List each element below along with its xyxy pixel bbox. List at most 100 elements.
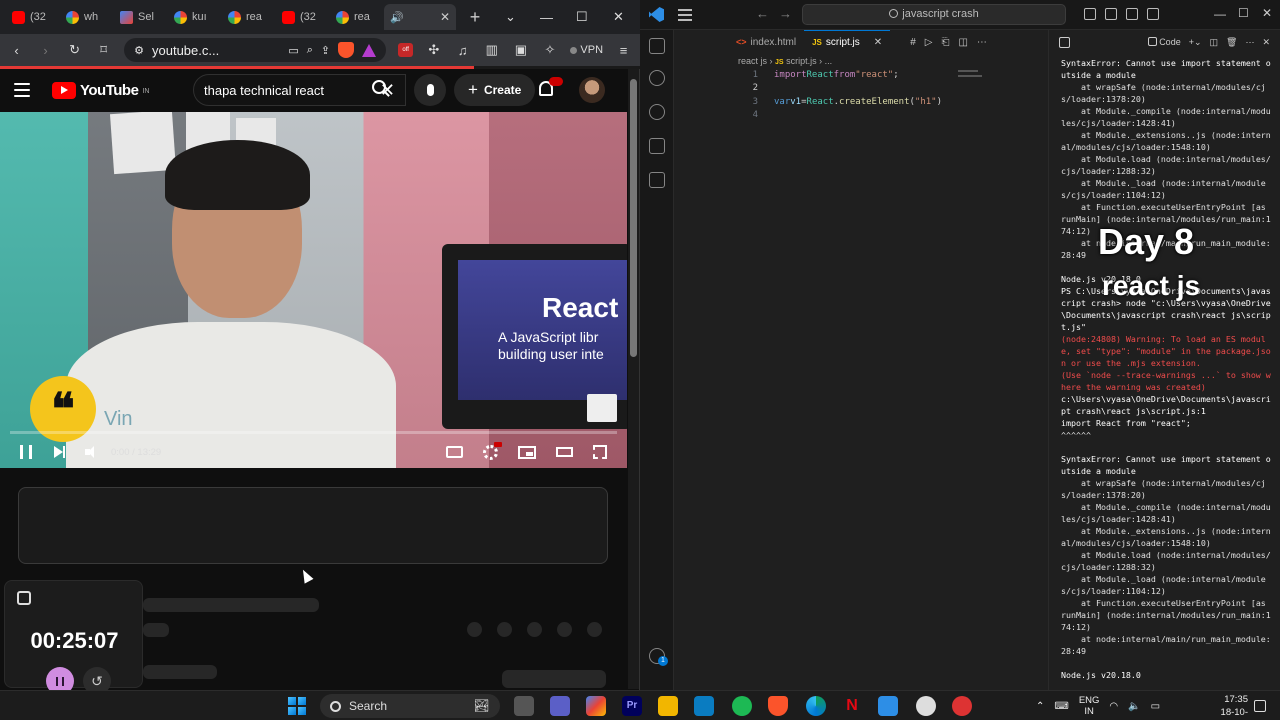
open-changes-icon[interactable]: ⎗: [941, 37, 949, 48]
minimize-icon[interactable]: —: [1214, 7, 1226, 21]
brave-shield-icon[interactable]: [338, 42, 355, 58]
netflix-icon[interactable]: N: [842, 696, 862, 716]
file-explorer-icon[interactable]: [658, 696, 678, 716]
navigation-arrows[interactable]: ←→: [756, 6, 802, 21]
expand-icon[interactable]: [17, 591, 31, 605]
clock-app-icon[interactable]: [916, 696, 936, 716]
hamburger-menu-icon[interactable]: [14, 83, 30, 97]
youtube-logo[interactable]: YouTube IN: [52, 81, 149, 99]
browser-tab[interactable]: Sel: [114, 4, 168, 30]
notification-center-icon[interactable]: [1254, 700, 1266, 712]
subtitles-icon[interactable]: [446, 446, 463, 458]
extension-off-icon[interactable]: off: [398, 43, 414, 57]
puzzle-icon[interactable]: ✣: [425, 42, 442, 58]
toggle-sidebar-icon[interactable]: [1084, 8, 1096, 20]
theater-mode-icon[interactable]: [556, 447, 573, 457]
fullscreen-icon[interactable]: [593, 445, 607, 459]
browser-tab[interactable]: kuı: [168, 4, 222, 30]
tab-script-js[interactable]: JS script.js ✕: [804, 30, 891, 54]
minimize-icon[interactable]: —: [540, 0, 553, 34]
trash-icon[interactable]: 🗑: [1226, 37, 1237, 48]
maximize-icon[interactable]: ☐: [1238, 6, 1249, 20]
screen-recorder-icon[interactable]: [952, 696, 972, 716]
vscode-icon[interactable]: [878, 696, 898, 716]
browser-tab[interactable]: wh: [60, 4, 114, 30]
maximize-icon[interactable]: ☐: [576, 0, 588, 34]
settings-gear-icon[interactable]: [483, 441, 502, 460]
avatar[interactable]: [579, 77, 605, 103]
taskbar-search[interactable]: Search 🏞: [320, 694, 500, 718]
pause-icon[interactable]: [20, 445, 32, 459]
reload-icon[interactable]: ↻: [66, 42, 83, 58]
calculator-icon[interactable]: [694, 696, 714, 716]
run-debug-icon[interactable]: [649, 138, 665, 154]
new-terminal-icon[interactable]: +⌄: [1189, 37, 1202, 48]
open-preview-icon[interactable]: #: [910, 37, 916, 48]
toggle-secondary-sidebar-icon[interactable]: [1126, 8, 1138, 20]
brave-icon[interactable]: [768, 696, 788, 716]
new-tab-button[interactable]: +: [464, 7, 486, 28]
more-actions-icon[interactable]: ⋯: [1245, 37, 1254, 48]
back-icon[interactable]: ‹: [8, 43, 25, 58]
command-center-search[interactable]: javascript crash: [802, 4, 1066, 25]
menu-icon[interactable]: [678, 9, 692, 21]
volume-icon[interactable]: 🔈: [1128, 701, 1140, 712]
menu-icon[interactable]: ≡: [615, 43, 632, 58]
close-panel-icon[interactable]: ✕: [1262, 37, 1270, 48]
spotify-icon[interactable]: [732, 696, 752, 716]
close-tab-icon[interactable]: ✕: [440, 10, 450, 24]
split-editor-icon[interactable]: ◫: [958, 37, 967, 48]
source-control-icon[interactable]: [649, 104, 665, 120]
miniplayer-icon[interactable]: [518, 445, 536, 459]
system-clock[interactable]: 17:3518-10-2024: [1200, 693, 1248, 720]
browser-tab[interactable]: (32: [276, 4, 330, 30]
battery-icon[interactable]: ▭: [1151, 701, 1160, 712]
teams-icon[interactable]: [550, 696, 570, 716]
wallet-icon[interactable]: ▣: [512, 42, 529, 58]
sidebar-icon[interactable]: ▥: [483, 42, 500, 58]
tab-search-icon[interactable]: ⌄: [505, 0, 516, 34]
site-settings-icon[interactable]: ⚙: [134, 44, 144, 57]
search-icon[interactable]: [372, 80, 386, 94]
zoom-icon[interactable]: ⌕: [307, 44, 313, 57]
browser-tab[interactable]: rea: [222, 4, 276, 30]
video-player[interactable]: React A JavaScript libr building user int…: [0, 112, 627, 468]
show-hidden-icons[interactable]: ⌃: [1036, 701, 1044, 712]
browser-tab[interactable]: rea: [330, 4, 384, 30]
cast-icon[interactable]: ▭: [288, 44, 298, 57]
input-language[interactable]: ENG IN: [1079, 695, 1100, 717]
tab-index-html[interactable]: <> index.html: [728, 30, 804, 54]
start-button[interactable]: [288, 697, 306, 715]
keyboard-icon[interactable]: ⌨: [1054, 701, 1068, 712]
copilot-icon[interactable]: [586, 696, 606, 716]
music-icon[interactable]: ♫: [454, 43, 471, 58]
task-view-icon[interactable]: [514, 696, 534, 716]
run-icon[interactable]: ▷: [925, 37, 933, 48]
code-editor[interactable]: 1 import React from "react"; 2 3 var v1 = …: [738, 69, 942, 122]
terminal-dropdown[interactable]: Code: [1147, 37, 1181, 47]
search-icon[interactable]: [649, 70, 665, 86]
customize-layout-icon[interactable]: [1147, 8, 1159, 20]
extensions-icon[interactable]: [649, 172, 665, 188]
vpn-button[interactable]: VPN: [570, 44, 603, 56]
browser-tab-active[interactable]: 🔊 ✕: [384, 4, 456, 30]
explorer-icon[interactable]: [649, 38, 665, 54]
seek-bar[interactable]: [10, 431, 617, 434]
close-tab-icon[interactable]: ✕: [874, 37, 882, 48]
edge-icon[interactable]: [806, 696, 826, 716]
voice-search-icon[interactable]: [414, 74, 446, 106]
leo-icon[interactable]: ✧: [541, 42, 558, 58]
share-icon[interactable]: ⇪: [321, 44, 330, 57]
brave-rewards-icon[interactable]: [362, 43, 377, 57]
more-actions-icon[interactable]: ⋯: [977, 37, 987, 48]
toggle-panel-icon[interactable]: [1105, 8, 1117, 20]
speaker-icon[interactable]: 🔊: [390, 11, 404, 24]
bookmark-icon[interactable]: ⌑: [95, 42, 112, 58]
browser-tab[interactable]: (32: [6, 4, 60, 30]
minimap[interactable]: [958, 70, 988, 82]
split-terminal-icon[interactable]: ◫: [1210, 37, 1219, 48]
next-video-icon[interactable]: [54, 446, 65, 458]
create-button[interactable]: + Create: [454, 74, 536, 106]
premiere-icon[interactable]: Pr: [622, 696, 642, 716]
wifi-icon[interactable]: ◠: [1109, 701, 1118, 712]
